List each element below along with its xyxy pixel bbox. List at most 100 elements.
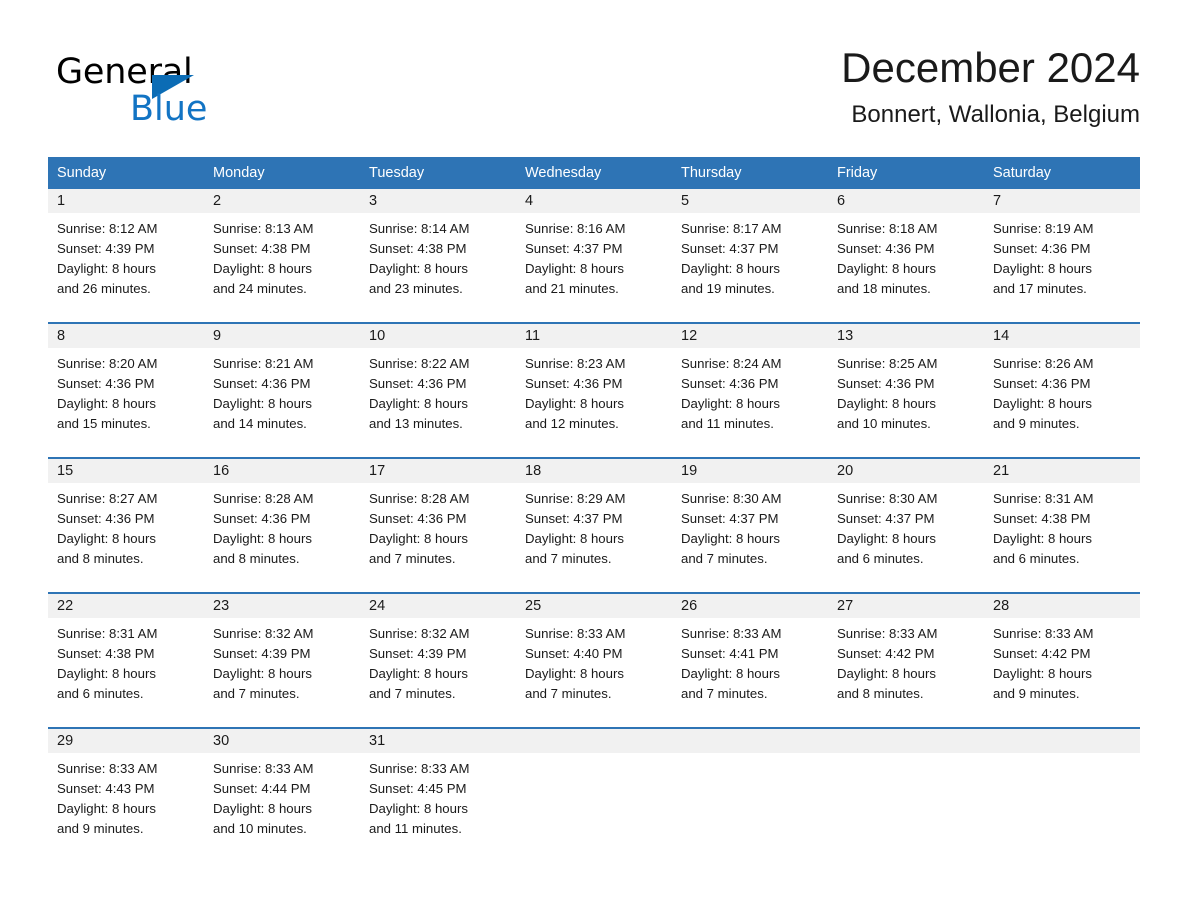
sunset-text: Sunset: 4:42 PM [993, 646, 1091, 661]
calendar-day-cell[interactable]: 16 Sunrise: 8:28 AM Sunset: 4:36 PM Dayligh… [204, 457, 360, 574]
calendar-week-row: 29 Sunrise: 8:33 AM Sunset: 4:43 PM Dayligh… [48, 727, 1140, 844]
calendar-day-cell[interactable]: 21 Sunrise: 8:31 AM Sunset: 4:38 PM Dayligh… [984, 457, 1140, 574]
day-cell-inner: 24 Sunrise: 8:32 AM Sunset: 4:39 PM Dayligh… [360, 594, 516, 709]
calendar-day-cell[interactable]: 8 Sunrise: 8:20 AM Sunset: 4:36 PM Daylight… [48, 322, 204, 439]
calendar-day-cell[interactable]: 29 Sunrise: 8:33 AM Sunset: 4:43 PM Dayligh… [48, 727, 204, 844]
day-number: 8 [48, 324, 204, 348]
calendar-day-cell[interactable]: 26 Sunrise: 8:33 AM Sunset: 4:41 PM Dayligh… [672, 592, 828, 709]
daylight-text-line1: Daylight: 8 hours [57, 531, 156, 546]
calendar-day-cell[interactable]: 3 Sunrise: 8:14 AM Sunset: 4:38 PM Daylight… [360, 189, 516, 304]
calendar-day-cell[interactable] [516, 727, 672, 844]
calendar-day-cell[interactable]: 11 Sunrise: 8:23 AM Sunset: 4:36 PM Dayligh… [516, 322, 672, 439]
calendar-day-cell[interactable]: 14 Sunrise: 8:26 AM Sunset: 4:36 PM Dayligh… [984, 322, 1140, 439]
calendar-day-cell[interactable] [672, 727, 828, 844]
calendar-day-cell[interactable]: 19 Sunrise: 8:30 AM Sunset: 4:37 PM Dayligh… [672, 457, 828, 574]
daylight-text-line1: Daylight: 8 hours [837, 396, 936, 411]
calendar-day-cell[interactable]: 22 Sunrise: 8:31 AM Sunset: 4:38 PM Dayligh… [48, 592, 204, 709]
daylight-text-line2: and 6 minutes. [57, 686, 144, 701]
daylight-text-line2: and 8 minutes. [57, 551, 144, 566]
calendar-day-cell[interactable]: 7 Sunrise: 8:19 AM Sunset: 4:36 PM Daylight… [984, 189, 1140, 304]
calendar-day-cell[interactable]: 13 Sunrise: 8:25 AM Sunset: 4:36 PM Dayligh… [828, 322, 984, 439]
daylight-text-line1: Daylight: 8 hours [213, 666, 312, 681]
day-number [828, 729, 984, 753]
sunset-text: Sunset: 4:37 PM [525, 241, 623, 256]
calendar-day-cell[interactable]: 18 Sunrise: 8:29 AM Sunset: 4:37 PM Dayligh… [516, 457, 672, 574]
day-details: Sunrise: 8:30 AM Sunset: 4:37 PM Daylight:… [672, 483, 828, 569]
calendar-day-cell[interactable]: 25 Sunrise: 8:33 AM Sunset: 4:40 PM Dayligh… [516, 592, 672, 709]
day-cell-inner: 22 Sunrise: 8:31 AM Sunset: 4:38 PM Dayligh… [48, 594, 204, 709]
calendar-day-cell[interactable]: 5 Sunrise: 8:17 AM Sunset: 4:37 PM Daylight… [672, 189, 828, 304]
daylight-text-line2: and 7 minutes. [525, 686, 612, 701]
calendar-day-cell[interactable]: 20 Sunrise: 8:30 AM Sunset: 4:37 PM Dayligh… [828, 457, 984, 574]
sunrise-text: Sunrise: 8:16 AM [525, 221, 626, 236]
calendar-day-cell[interactable]: 10 Sunrise: 8:22 AM Sunset: 4:36 PM Dayligh… [360, 322, 516, 439]
calendar-day-cell[interactable]: 17 Sunrise: 8:28 AM Sunset: 4:36 PM Dayligh… [360, 457, 516, 574]
day-number: 3 [360, 189, 516, 213]
day-cell-inner: 21 Sunrise: 8:31 AM Sunset: 4:38 PM Dayligh… [984, 459, 1140, 574]
sunrise-text: Sunrise: 8:27 AM [57, 491, 158, 506]
daylight-text-line1: Daylight: 8 hours [525, 666, 624, 681]
day-number: 9 [204, 324, 360, 348]
day-number: 28 [984, 594, 1140, 618]
calendar-day-cell[interactable]: 30 Sunrise: 8:33 AM Sunset: 4:44 PM Dayligh… [204, 727, 360, 844]
day-number: 16 [204, 459, 360, 483]
calendar-day-cell[interactable]: 24 Sunrise: 8:32 AM Sunset: 4:39 PM Dayligh… [360, 592, 516, 709]
calendar-day-cell[interactable]: 23 Sunrise: 8:32 AM Sunset: 4:39 PM Dayligh… [204, 592, 360, 709]
calendar-day-cell[interactable]: 31 Sunrise: 8:33 AM Sunset: 4:45 PM Dayligh… [360, 727, 516, 844]
day-cell-inner: 2 Sunrise: 8:13 AM Sunset: 4:38 PM Daylight… [204, 189, 360, 304]
calendar-day-cell[interactable] [984, 727, 1140, 844]
calendar-day-cell[interactable]: 15 Sunrise: 8:27 AM Sunset: 4:36 PM Dayligh… [48, 457, 204, 574]
sunrise-text: Sunrise: 8:28 AM [213, 491, 314, 506]
sunrise-text: Sunrise: 8:31 AM [57, 626, 158, 641]
day-details: Sunrise: 8:28 AM Sunset: 4:36 PM Daylight:… [360, 483, 516, 569]
calendar-day-cell[interactable]: 4 Sunrise: 8:16 AM Sunset: 4:37 PM Daylight… [516, 189, 672, 304]
week-spacer-cell [48, 709, 1140, 728]
sunset-text: Sunset: 4:39 PM [213, 646, 311, 661]
calendar-day-cell[interactable]: 6 Sunrise: 8:18 AM Sunset: 4:36 PM Daylight… [828, 189, 984, 304]
daylight-text-line2: and 11 minutes. [681, 416, 774, 431]
sunset-text: Sunset: 4:36 PM [369, 511, 467, 526]
daylight-text-line2: and 7 minutes. [369, 551, 456, 566]
day-details [984, 753, 1140, 759]
daylight-text-line2: and 8 minutes. [213, 551, 300, 566]
day-cell-inner: 6 Sunrise: 8:18 AM Sunset: 4:36 PM Daylight… [828, 189, 984, 304]
calendar-day-cell[interactable]: 1 Sunrise: 8:12 AM Sunset: 4:39 PM Daylight… [48, 189, 204, 304]
week-spacer-row [48, 439, 1140, 458]
daylight-text-line1: Daylight: 8 hours [837, 666, 936, 681]
day-details: Sunrise: 8:33 AM Sunset: 4:45 PM Daylight:… [360, 753, 516, 839]
day-cell-inner: 12 Sunrise: 8:24 AM Sunset: 4:36 PM Dayligh… [672, 324, 828, 439]
week-spacer-cell [48, 439, 1140, 458]
week-spacer-cell [48, 574, 1140, 593]
day-number: 18 [516, 459, 672, 483]
calendar-day-cell[interactable] [828, 727, 984, 844]
calendar-week-row: 8 Sunrise: 8:20 AM Sunset: 4:36 PM Daylight… [48, 322, 1140, 439]
daylight-text-line1: Daylight: 8 hours [213, 531, 312, 546]
day-cell-inner: 27 Sunrise: 8:33 AM Sunset: 4:42 PM Dayligh… [828, 594, 984, 709]
calendar-day-cell[interactable]: 9 Sunrise: 8:21 AM Sunset: 4:36 PM Daylight… [204, 322, 360, 439]
calendar-body: 1 Sunrise: 8:12 AM Sunset: 4:39 PM Daylight… [48, 189, 1140, 844]
calendar-day-cell[interactable]: 2 Sunrise: 8:13 AM Sunset: 4:38 PM Daylight… [204, 189, 360, 304]
weekday-header-friday: Friday [828, 157, 984, 189]
sunrise-text: Sunrise: 8:13 AM [213, 221, 314, 236]
day-number [984, 729, 1140, 753]
weekday-header-thursday: Thursday [672, 157, 828, 189]
sunrise-text: Sunrise: 8:28 AM [369, 491, 470, 506]
day-number: 14 [984, 324, 1140, 348]
day-number: 2 [204, 189, 360, 213]
generalblue-logo[interactable]: General Blue [56, 52, 276, 134]
calendar-day-cell[interactable]: 28 Sunrise: 8:33 AM Sunset: 4:42 PM Dayligh… [984, 592, 1140, 709]
sunrise-text: Sunrise: 8:31 AM [993, 491, 1094, 506]
day-details: Sunrise: 8:33 AM Sunset: 4:42 PM Daylight:… [828, 618, 984, 704]
daylight-text-line1: Daylight: 8 hours [681, 666, 780, 681]
day-cell-inner [984, 729, 1140, 844]
calendar-day-cell[interactable]: 27 Sunrise: 8:33 AM Sunset: 4:42 PM Dayligh… [828, 592, 984, 709]
sunset-text: Sunset: 4:42 PM [837, 646, 935, 661]
calendar-day-cell[interactable]: 12 Sunrise: 8:24 AM Sunset: 4:36 PM Dayligh… [672, 322, 828, 439]
day-cell-inner: 14 Sunrise: 8:26 AM Sunset: 4:36 PM Dayligh… [984, 324, 1140, 439]
daylight-text-line1: Daylight: 8 hours [369, 531, 468, 546]
page-header: General Blue December 2024 Bonnert, Wall… [48, 40, 1140, 148]
daylight-text-line1: Daylight: 8 hours [993, 666, 1092, 681]
sunrise-text: Sunrise: 8:32 AM [369, 626, 470, 641]
daylight-text-line1: Daylight: 8 hours [369, 801, 468, 816]
daylight-text-line2: and 19 minutes. [681, 281, 775, 296]
